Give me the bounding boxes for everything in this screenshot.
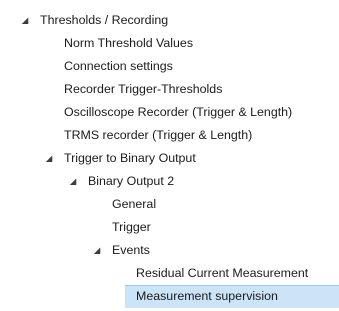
tree-item-label: Connection settings bbox=[64, 59, 173, 73]
tree-item-label: Norm Threshold Values bbox=[64, 36, 194, 50]
tree-item-label: Residual Current Measurement bbox=[136, 266, 309, 280]
tree-item-label: Thresholds / Recording bbox=[40, 13, 169, 27]
expanded-arrow-icon[interactable]: ◢ bbox=[44, 147, 54, 170]
tree-item-connection-settings[interactable]: Connection settings bbox=[0, 55, 339, 78]
tree-item-binary-output-2[interactable]: ◢ Binary Output 2 bbox=[0, 170, 339, 193]
settings-tree[interactable]: ◢ Thresholds / Recording Norm Threshold Va… bbox=[0, 0, 339, 311]
tree-item-trigger-to-binary-output[interactable]: ◢ Trigger to Binary Output bbox=[0, 147, 339, 170]
tree-item-thresholds-recording[interactable]: ◢ Thresholds / Recording bbox=[0, 9, 339, 32]
expanded-arrow-icon[interactable]: ◢ bbox=[68, 170, 78, 193]
expanded-arrow-icon[interactable]: ◢ bbox=[20, 9, 30, 32]
tree-item-trms-recorder[interactable]: TRMS recorder (Trigger & Length) bbox=[0, 124, 339, 147]
tree-item-measurement-supervision[interactable]: Measurement supervision bbox=[0, 285, 339, 308]
tree-item-residual-current-measurement[interactable]: Residual Current Measurement bbox=[0, 262, 339, 285]
tree-item-label: Trigger to Binary Output bbox=[64, 151, 196, 165]
tree-item-label: Binary Output 2 bbox=[88, 174, 175, 188]
tree-item-oscilloscope-recorder[interactable]: Oscilloscope Recorder (Trigger & Length) bbox=[0, 101, 339, 124]
expanded-arrow-icon[interactable]: ◢ bbox=[92, 239, 102, 262]
tree-item-trigger[interactable]: Trigger bbox=[0, 216, 339, 239]
tree-item-general[interactable]: General bbox=[0, 193, 339, 216]
tree-item-label: Measurement supervision bbox=[136, 289, 278, 303]
tree-item-norm-threshold-values[interactable]: Norm Threshold Values bbox=[0, 32, 339, 55]
tree-item-label: Trigger bbox=[112, 220, 151, 234]
tree-item-label: Recorder Trigger-Thresholds bbox=[64, 82, 223, 96]
tree-item-label: Oscilloscope Recorder (Trigger & Length) bbox=[64, 105, 293, 119]
tree-item-label: General bbox=[112, 197, 157, 211]
tree-item-events[interactable]: ◢ Events bbox=[0, 239, 339, 262]
tree-item-label: TRMS recorder (Trigger & Length) bbox=[64, 128, 253, 142]
tree-item-recorder-trigger-thresholds[interactable]: Recorder Trigger-Thresholds bbox=[0, 78, 339, 101]
tree-item-label: Events bbox=[112, 243, 150, 257]
